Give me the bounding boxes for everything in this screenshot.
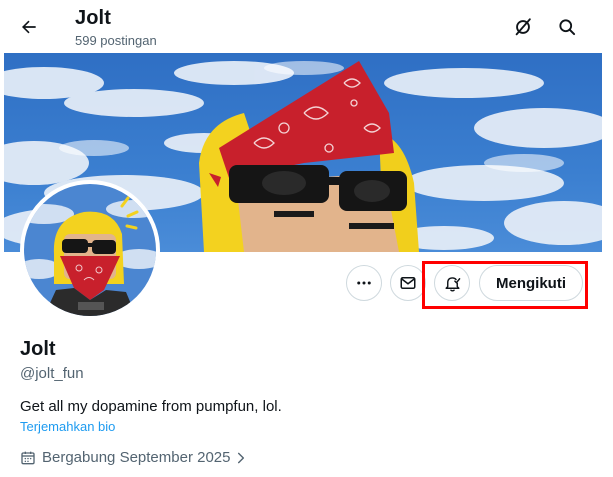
translate-bio-link[interactable]: Terjemahkan bio [20, 419, 115, 434]
avatar[interactable] [20, 180, 160, 320]
profile-handle: @jolt_fun [20, 365, 84, 382]
profile-header: Jolt 599 postingan [0, 0, 613, 52]
grok-button[interactable] [508, 12, 538, 42]
joined-date[interactable]: Bergabung September 2025 [20, 449, 248, 466]
grok-slash-icon [515, 18, 531, 36]
message-button[interactable] [390, 265, 426, 301]
more-button[interactable] [346, 265, 382, 301]
arrow-left-icon [22, 20, 36, 34]
search-icon [559, 19, 576, 36]
calendar-icon [20, 450, 36, 466]
more-horizontal-icon [357, 281, 371, 285]
joined-date-text: Bergabung September 2025 [42, 449, 231, 466]
following-button[interactable]: Mengikuti [479, 265, 583, 301]
notification-button[interactable] [434, 265, 470, 301]
back-button[interactable] [14, 12, 44, 42]
header-title: Jolt [75, 7, 111, 29]
chevron-right-icon [234, 451, 248, 465]
envelope-icon [400, 277, 416, 289]
search-button[interactable] [552, 12, 582, 42]
profile-bio: Get all my dopamine from pumpfun, lol. [20, 398, 282, 415]
bell-check-icon [444, 276, 460, 292]
profile-name: Jolt [20, 338, 56, 360]
post-count: 599 postingan [75, 33, 157, 48]
